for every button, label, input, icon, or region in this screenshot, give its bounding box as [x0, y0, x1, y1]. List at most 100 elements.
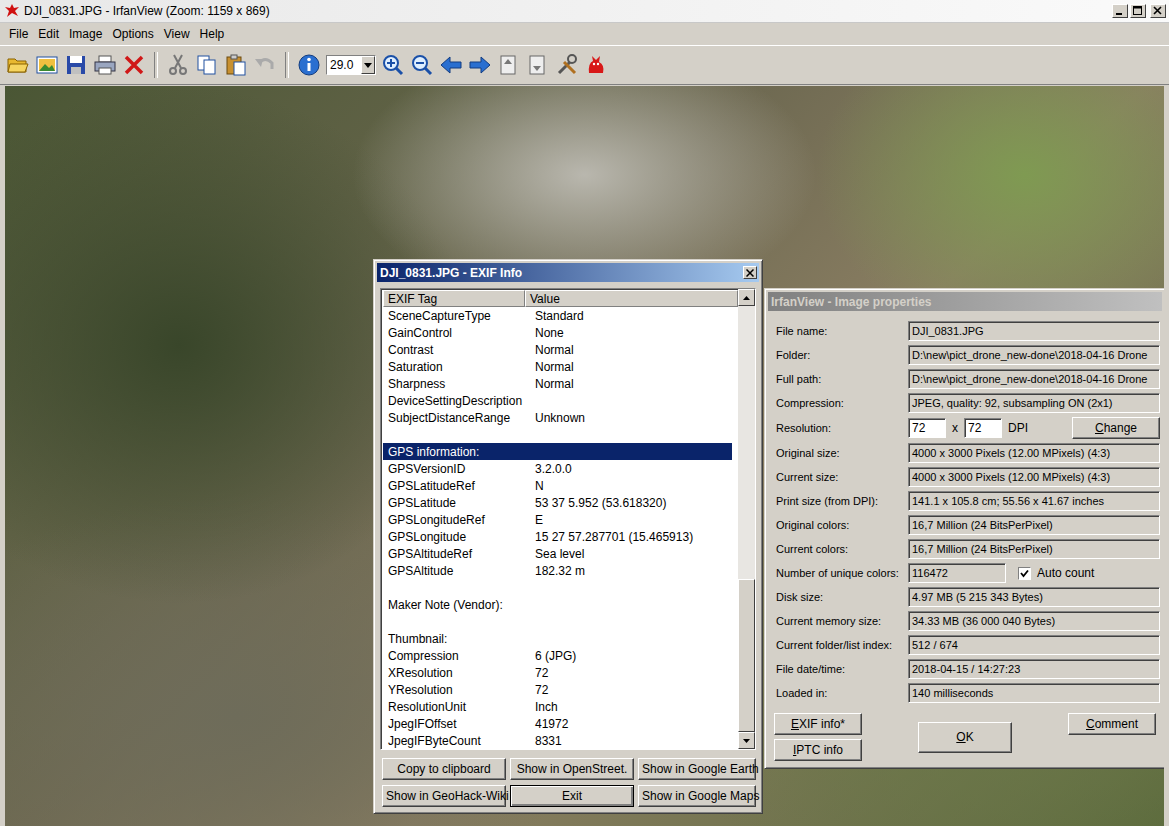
- property-field[interactable]: 116472: [908, 563, 1006, 583]
- property-field[interactable]: D:\new\pict_drone_new-done\2018-04-16 Dr…: [908, 345, 1160, 365]
- menu-item[interactable]: Help: [195, 26, 230, 42]
- open-folder-icon[interactable]: [6, 53, 30, 77]
- scroll-thumb[interactable]: [738, 579, 755, 732]
- column-header[interactable]: EXIF Tag: [383, 290, 525, 307]
- table-row[interactable]: Thumbnail:: [383, 630, 732, 647]
- minimize-button[interactable]: [1112, 4, 1128, 18]
- dialog-button[interactable]: Show in GeoHack-Wiki: [382, 785, 506, 807]
- property-field[interactable]: 34.33 MB (36 000 040 Bytes): [908, 611, 1160, 631]
- undo-icon[interactable]: [253, 53, 277, 77]
- scroll-track[interactable]: [738, 306, 755, 732]
- property-field[interactable]: JPEG, quality: 92, subsampling ON (2x1): [908, 393, 1160, 413]
- property-field[interactable]: D:\new\pict_drone_new-done\2018-04-16 Dr…: [908, 369, 1160, 389]
- property-field[interactable]: DJI_0831.JPG: [908, 321, 1160, 341]
- maximize-button[interactable]: [1130, 4, 1146, 18]
- value-cell: 8331: [530, 734, 732, 748]
- scroll-up-button[interactable]: [738, 289, 755, 306]
- property-field[interactable]: 4.97 MB (5 215 343 Bytes): [908, 587, 1160, 607]
- print-icon[interactable]: [93, 53, 117, 77]
- menu-item[interactable]: View: [159, 26, 195, 42]
- property-label: Folder:: [776, 349, 908, 361]
- property-field[interactable]: 2018-04-15 / 14:27:23: [908, 659, 1160, 679]
- table-row[interactable]: GPS information:: [383, 443, 732, 460]
- cut-icon[interactable]: [166, 53, 190, 77]
- property-field[interactable]: 4000 x 3000 Pixels (12.00 MPixels) (4:3): [908, 467, 1160, 487]
- value-cell: 72: [530, 683, 732, 697]
- menu-item[interactable]: Options: [107, 26, 158, 42]
- property-field[interactable]: 4000 x 3000 Pixels (12.00 MPixels) (4:3): [908, 443, 1160, 463]
- ok-button[interactable]: OK: [918, 722, 1012, 753]
- change-button[interactable]: Change: [1072, 417, 1160, 439]
- table-row[interactable]: JpegIFByteCount8331: [383, 732, 732, 749]
- table-row[interactable]: GPSAltitudeRefSea level: [383, 545, 732, 562]
- next-arrow-icon[interactable]: [468, 53, 492, 77]
- table-row[interactable]: GainControlNone: [383, 324, 732, 341]
- iptc-info-button[interactable]: IPTC info: [774, 739, 862, 761]
- table-row[interactable]: [383, 579, 732, 596]
- auto-count-label[interactable]: Auto count: [1037, 566, 1094, 580]
- save-icon[interactable]: [64, 53, 88, 77]
- table-row[interactable]: Compression6 (JPG): [383, 647, 732, 664]
- table-row[interactable]: YResolution72: [383, 681, 732, 698]
- image-properties-dialog: IrfanView - Image propertiesFile name:DJ…: [764, 288, 1164, 769]
- table-row[interactable]: Maker Note (Vendor):: [383, 596, 732, 613]
- scrollbar[interactable]: [738, 289, 755, 749]
- close-button[interactable]: [1150, 4, 1166, 18]
- dialog-button[interactable]: Show in Google Maps: [638, 785, 756, 807]
- property-field[interactable]: 512 / 674: [908, 635, 1160, 655]
- table-row[interactable]: SubjectDistanceRangeUnknown: [383, 409, 732, 426]
- table-row[interactable]: ResolutionUnitInch: [383, 698, 732, 715]
- copy-icon[interactable]: [195, 53, 219, 77]
- first-page-icon[interactable]: [497, 53, 521, 77]
- thumbnails-icon[interactable]: [35, 53, 59, 77]
- property-field[interactable]: 140 milliseconds: [908, 683, 1160, 703]
- zoom-in-icon[interactable]: [381, 53, 405, 77]
- property-label: Disk size:: [776, 591, 908, 603]
- menu-item[interactable]: Image: [64, 26, 107, 42]
- table-row[interactable]: [383, 613, 732, 630]
- property-field[interactable]: 16,7 Million (24 BitsPerPixel): [908, 515, 1160, 535]
- table-row[interactable]: GPSLongitudeRefE: [383, 511, 732, 528]
- table-row[interactable]: SaturationNormal: [383, 358, 732, 375]
- table-row[interactable]: SceneCaptureTypeStandard: [383, 307, 732, 324]
- irfanview-cat-icon[interactable]: [584, 53, 608, 77]
- table-row[interactable]: GPSLatitude53 37 5.952 (53.618320): [383, 494, 732, 511]
- table-row[interactable]: XResolution72: [383, 664, 732, 681]
- table-row[interactable]: GPSLongitude15 27 57.287701 (15.465913): [383, 528, 732, 545]
- menu-item[interactable]: Edit: [33, 26, 64, 42]
- resolution-y-input[interactable]: 72: [964, 418, 1002, 438]
- info-icon[interactable]: [297, 53, 321, 77]
- column-header[interactable]: Value: [525, 290, 738, 307]
- dialog-close-button[interactable]: [743, 266, 757, 279]
- auto-count-checkbox[interactable]: [1018, 567, 1031, 580]
- previous-arrow-icon[interactable]: [439, 53, 463, 77]
- table-row[interactable]: GPSLatitudeRefN: [383, 477, 732, 494]
- table-row[interactable]: [383, 426, 732, 443]
- table-row[interactable]: ContrastNormal: [383, 341, 732, 358]
- dialog-button[interactable]: Copy to clipboard: [382, 758, 506, 780]
- property-field[interactable]: 16,7 Million (24 BitsPerPixel): [908, 539, 1160, 559]
- table-row[interactable]: GPSAltitude182.32 m: [383, 562, 732, 579]
- last-page-icon[interactable]: [526, 53, 550, 77]
- delete-icon[interactable]: [122, 53, 146, 77]
- dialog-button[interactable]: Show in OpenStreet.: [510, 758, 634, 780]
- table-row[interactable]: GPSVersionID3.2.0.0: [383, 460, 732, 477]
- table-row[interactable]: SharpnessNormal: [383, 375, 732, 392]
- resolution-x-input[interactable]: 72: [908, 418, 946, 438]
- tools-icon[interactable]: [555, 53, 579, 77]
- zoom-dropdown-button[interactable]: [361, 56, 375, 74]
- zoom-out-icon[interactable]: [410, 53, 434, 77]
- dialog-button[interactable]: Exit: [510, 785, 634, 807]
- scroll-down-button[interactable]: [738, 732, 755, 749]
- table-row[interactable]: JpegIFOffset41972: [383, 715, 732, 732]
- property-field[interactable]: 141.1 x 105.8 cm; 55.56 x 41.67 inches: [908, 491, 1160, 511]
- table-row[interactable]: DeviceSettingDescription: [383, 392, 732, 409]
- zoom-value[interactable]: 29.0: [327, 56, 361, 74]
- exif-info-button[interactable]: EXIF info*: [774, 713, 862, 735]
- tag-cell: YResolution: [383, 683, 530, 697]
- paste-icon[interactable]: [224, 53, 248, 77]
- comment-button[interactable]: Comment: [1068, 713, 1156, 735]
- zoom-combo[interactable]: 29.0: [326, 55, 376, 75]
- menu-item[interactable]: File: [4, 26, 33, 42]
- dialog-button[interactable]: Show in Google Earth: [638, 758, 756, 780]
